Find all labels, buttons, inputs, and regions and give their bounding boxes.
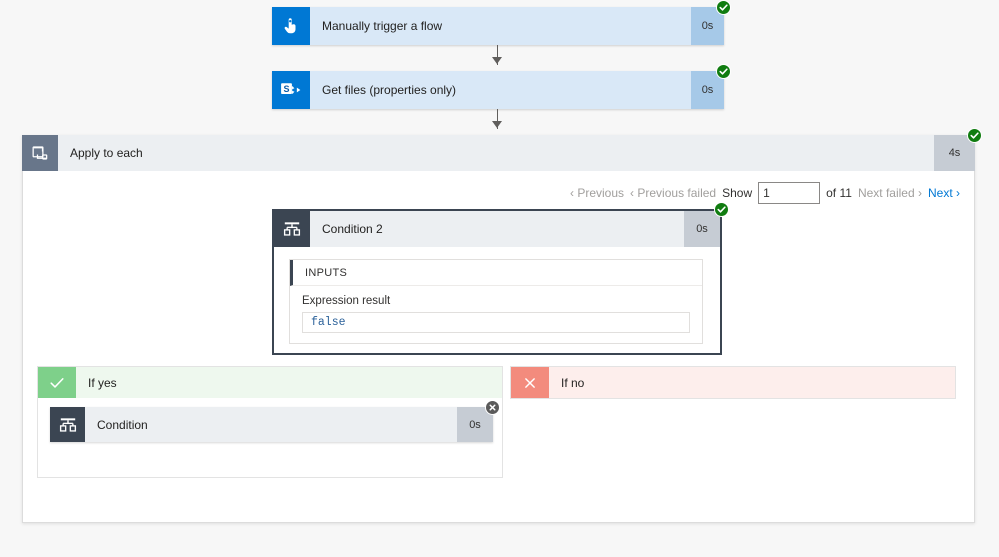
- next-failed-button[interactable]: Next failed ›: [858, 186, 922, 200]
- status-badge-succeeded: [716, 0, 731, 15]
- previous-failed-button[interactable]: ‹ Previous failed: [630, 186, 716, 200]
- connector-arrow: [492, 121, 502, 128]
- condition-icon: [50, 407, 85, 442]
- tap-hand-icon: [272, 7, 310, 45]
- chevron-left-icon: ‹: [630, 186, 635, 200]
- action-duration: 0s: [684, 211, 720, 247]
- action-card-condition[interactable]: Condition 0s: [50, 400, 500, 442]
- action-card-trigger[interactable]: Manually trigger a flow 0s: [272, 0, 731, 45]
- iteration-pager: ‹ Previous ‹ Previous failed Show of 11 …: [570, 182, 960, 204]
- chevron-right-icon: ›: [917, 186, 922, 200]
- status-badge-succeeded: [967, 128, 982, 143]
- svg-text:S: S: [283, 84, 289, 94]
- status-badge-succeeded: [716, 64, 731, 79]
- status-badge-succeeded: [714, 202, 729, 217]
- next-label: Next: [927, 186, 953, 200]
- next-failed-label: Next failed: [857, 186, 915, 200]
- action-card-condition-2[interactable]: Condition 2 0s: [274, 202, 729, 247]
- inputs-section-title: INPUTS: [290, 260, 702, 286]
- inputs-body: Expression result false: [290, 286, 702, 345]
- status-badge-skipped: [485, 400, 500, 415]
- action-title: Condition: [97, 417, 148, 432]
- action-card-get-files[interactable]: S Get files (properties only) 0s: [272, 64, 731, 109]
- next-button[interactable]: Next ›: [928, 186, 960, 200]
- scope-header-apply-to-each[interactable]: Apply to each 4s: [22, 128, 982, 171]
- connector-arrow: [492, 57, 502, 64]
- branch-header-yes[interactable]: If yes: [38, 367, 502, 398]
- action-title: Condition 2: [322, 222, 383, 236]
- chevron-right-icon: ›: [956, 186, 961, 200]
- expression-result-value: false: [302, 312, 690, 333]
- inputs-panel: INPUTS Expression result false: [289, 259, 703, 344]
- previous-label: Previous: [577, 186, 625, 200]
- chevron-left-icon: ‹: [570, 186, 574, 200]
- expression-result-label: Expression result: [302, 295, 391, 307]
- sharepoint-icon: S: [272, 71, 310, 109]
- action-title: Get files (properties only): [322, 83, 457, 97]
- branch-header-no[interactable]: If no: [511, 367, 955, 398]
- branch-if-no: If no: [510, 366, 956, 399]
- cross-icon: [511, 367, 549, 398]
- action-title: Manually trigger a flow: [322, 19, 443, 33]
- show-label: Show: [722, 186, 753, 200]
- branch-if-yes: If yes Condition 0s: [37, 366, 503, 478]
- show-input[interactable]: [758, 182, 821, 204]
- foreach-icon: [22, 135, 58, 171]
- previous-button[interactable]: ‹ Previous: [570, 186, 624, 200]
- previous-failed-label: Previous failed: [637, 186, 717, 200]
- scope-title: Apply to each: [70, 146, 143, 160]
- branch-label: If yes: [88, 375, 117, 390]
- condition-icon: [274, 211, 310, 247]
- flow-run-canvas: Manually trigger a flow 0s S Get files (…: [0, 0, 999, 557]
- branch-label: If no: [561, 375, 585, 390]
- checkmark-icon: [38, 367, 76, 398]
- of-total-label: of 11: [826, 186, 852, 200]
